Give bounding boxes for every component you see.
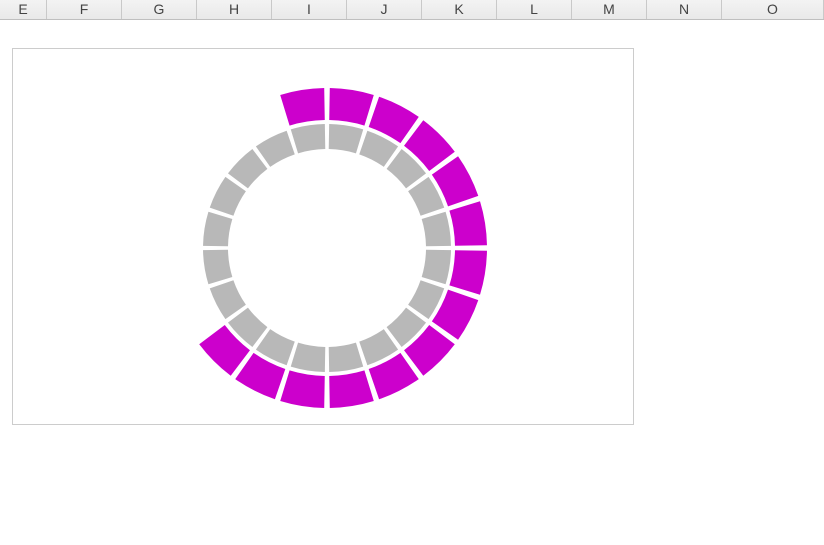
column-header-N[interactable]: N xyxy=(647,0,722,19)
column-header-E[interactable]: E xyxy=(0,0,47,19)
column-header-G[interactable]: G xyxy=(122,0,197,19)
doughnut-segment-inner[interactable] xyxy=(329,343,364,372)
doughnut-segment-outer[interactable] xyxy=(329,370,374,408)
doughnut-segment-inner[interactable] xyxy=(228,149,267,188)
chart-object[interactable] xyxy=(12,48,634,425)
doughnut-segment-outer[interactable] xyxy=(280,370,325,408)
column-header-M[interactable]: M xyxy=(572,0,647,19)
column-header-O[interactable]: O xyxy=(722,0,824,19)
doughnut-segment-inner[interactable] xyxy=(291,124,326,153)
column-header-J[interactable]: J xyxy=(347,0,422,19)
column-header-L[interactable]: L xyxy=(497,0,572,19)
doughnut-segment-inner[interactable] xyxy=(291,343,326,372)
column-headers-row: EFGHIJKLMNO xyxy=(0,0,824,20)
doughnut-segment-outer[interactable] xyxy=(329,88,374,126)
doughnut-chart xyxy=(13,49,635,426)
column-header-K[interactable]: K xyxy=(422,0,497,19)
column-header-F[interactable]: F xyxy=(47,0,122,19)
doughnut-segment-inner[interactable] xyxy=(422,212,451,247)
doughnut-segment-inner[interactable] xyxy=(203,250,232,285)
doughnut-segment-outer[interactable] xyxy=(280,88,325,126)
doughnut-segment-inner[interactable] xyxy=(329,124,364,153)
doughnut-segment-inner[interactable] xyxy=(422,250,451,285)
doughnut-segment-inner[interactable] xyxy=(203,212,232,247)
column-header-I[interactable]: I xyxy=(272,0,347,19)
doughnut-segment-outer[interactable] xyxy=(449,201,487,246)
column-header-H[interactable]: H xyxy=(197,0,272,19)
spreadsheet-grid[interactable] xyxy=(0,20,824,545)
doughnut-segment-outer[interactable] xyxy=(449,250,487,295)
